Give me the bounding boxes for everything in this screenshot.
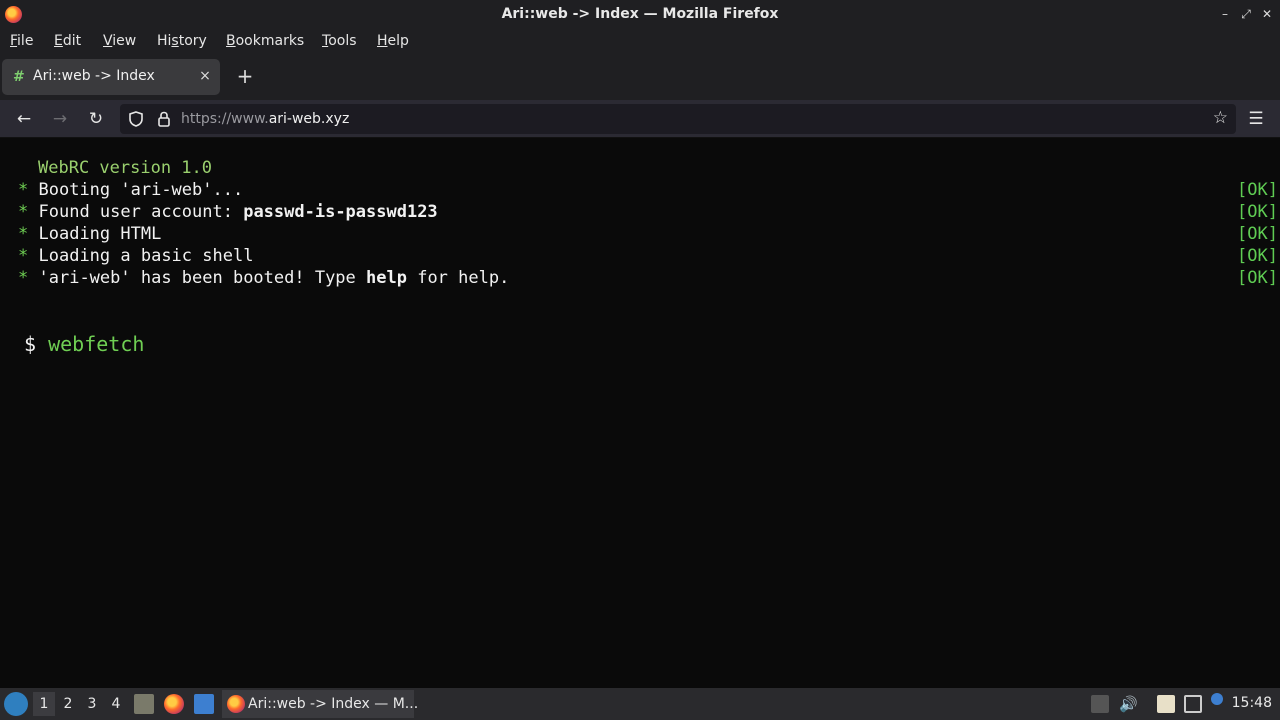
- clock[interactable]: 15:48: [1232, 695, 1272, 711]
- task-title: Ari::web -> Index — M...: [248, 696, 419, 712]
- close-window-button[interactable]: ✕: [1258, 5, 1276, 23]
- window-title: Ari::web -> Index — Mozilla Firefox: [501, 6, 779, 22]
- tab-ari-web-index[interactable]: # Ari::web -> Index ×: [2, 59, 220, 95]
- volume-icon[interactable]: 🔊: [1119, 695, 1138, 713]
- boot-line: * Loading HTML: [18, 224, 162, 244]
- ok-status: [OK]: [1237, 246, 1278, 266]
- menu-bookmarks[interactable]: Bookmarks: [226, 33, 304, 49]
- menu-tools[interactable]: Tools: [322, 33, 357, 49]
- new-tab-button[interactable]: +: [234, 64, 256, 88]
- lock-icon[interactable]: [154, 109, 174, 129]
- back-button[interactable]: ←: [13, 108, 35, 130]
- tab-title: Ari::web -> Index: [33, 68, 155, 84]
- boot-line: * 'ari-web' has been booted! Type help f…: [18, 268, 510, 288]
- site-favicon-icon: #: [13, 69, 25, 85]
- ok-status: [OK]: [1237, 224, 1278, 244]
- url-bar[interactable]: https://www.ari-web.xyz ☆: [120, 104, 1236, 134]
- window-titlebar: Ari::web -> Index — Mozilla Firefox – ⤢ …: [0, 0, 1280, 29]
- tracking-protection-shield-icon[interactable]: [126, 109, 146, 129]
- start-menu-icon[interactable]: [4, 692, 28, 716]
- menu-file[interactable]: File: [10, 33, 33, 49]
- desktop-icon[interactable]: [194, 694, 214, 714]
- navigation-bar: ← → ↻ https://www.ari-web.xyz ☆ ☰: [0, 100, 1280, 138]
- file-manager-icon[interactable]: [134, 694, 154, 714]
- prompt-symbol: $: [24, 332, 37, 356]
- workspace-1[interactable]: 1: [33, 692, 55, 716]
- workspace-2[interactable]: 2: [57, 692, 79, 716]
- ok-status: [OK]: [1237, 268, 1278, 288]
- firefox-launcher-icon[interactable]: [164, 694, 184, 714]
- menu-bar: File Edit View History Bookmarks Tools H…: [0, 29, 1280, 54]
- boot-line: * Booting 'ari-web'...: [18, 180, 244, 200]
- app-menu-button[interactable]: ☰: [1245, 108, 1267, 130]
- workspace-3[interactable]: 3: [81, 692, 103, 716]
- taskbar: 1 2 3 4 Ari::web -> Index — M... 🔊 15:48: [0, 688, 1280, 720]
- notification-icon[interactable]: [1211, 693, 1223, 705]
- ok-status: [OK]: [1237, 180, 1278, 200]
- menu-view[interactable]: View: [103, 33, 136, 49]
- minimize-button[interactable]: –: [1216, 5, 1234, 23]
- maximize-button[interactable]: ⤢: [1237, 5, 1255, 23]
- reload-button[interactable]: ↻: [85, 108, 107, 130]
- ok-status: [OK]: [1237, 202, 1278, 222]
- url-text[interactable]: https://www.ari-web.xyz: [181, 111, 349, 127]
- menu-history[interactable]: History: [157, 33, 207, 49]
- boot-line: * Found user account: passwd-is-passwd12…: [18, 202, 438, 222]
- clipboard-icon[interactable]: [1157, 695, 1175, 713]
- taskbar-task-firefox[interactable]: Ari::web -> Index — M...: [222, 690, 418, 718]
- web-terminal[interactable]: WebRC version 1.0 * Booting 'ari-web'...…: [0, 139, 1280, 688]
- webrc-version: WebRC version 1.0: [38, 158, 212, 178]
- shell-prompt[interactable]: $ webfetch: [24, 332, 144, 356]
- firefox-task-icon: [227, 695, 245, 713]
- boot-line: * Loading a basic shell: [18, 246, 254, 266]
- workspace-4[interactable]: 4: [105, 692, 127, 716]
- forward-button[interactable]: →: [49, 108, 71, 130]
- bookmark-star-icon[interactable]: ☆: [1213, 108, 1228, 128]
- command-input[interactable]: webfetch: [48, 332, 144, 356]
- network-icon[interactable]: [1184, 695, 1202, 713]
- tab-strip: # Ari::web -> Index ×: [0, 54, 1280, 100]
- tray-up-arrow-icon[interactable]: [1091, 695, 1109, 713]
- tab-close-button[interactable]: ×: [196, 67, 214, 85]
- menu-edit[interactable]: Edit: [54, 33, 81, 49]
- menu-help[interactable]: Help: [377, 33, 409, 49]
